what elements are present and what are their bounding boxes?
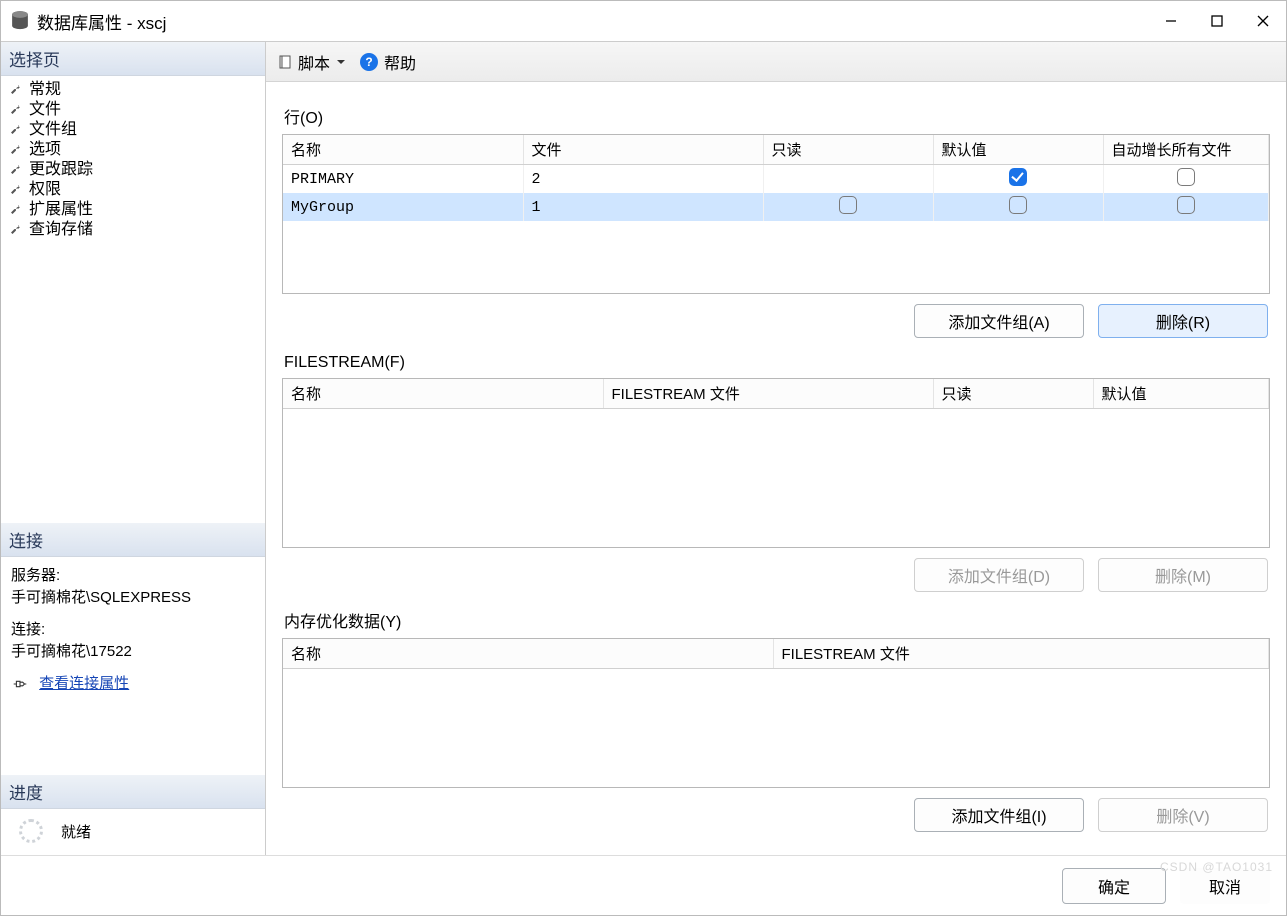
cell-autogrow [1103,193,1269,221]
cell-readonly [763,165,933,194]
sidebar-page-item[interactable]: 权限 [7,180,259,200]
progress-status: 就绪 [61,821,91,842]
help-link[interactable]: 帮助 [384,50,416,74]
col-autogrow[interactable]: 自动增长所有文件 [1103,135,1269,165]
script-icon [278,55,292,69]
mem-col-file[interactable]: FILESTREAM 文件 [773,639,1269,669]
database-icon [11,10,29,32]
connection-header: 连接 [1,523,265,557]
table-row[interactable]: MyGroup1 [283,193,1269,221]
sidebar-item-label: 常规 [29,80,61,100]
pages-list: 常规文件文件组选项更改跟踪权限扩展属性查询存储 [1,76,265,248]
col-files[interactable]: 文件 [523,135,763,165]
dialog-footer: 确定 取消 [1,855,1286,915]
script-dropdown[interactable]: 脚本 [298,50,330,74]
col-default[interactable]: 默认值 [933,135,1103,165]
wrench-icon [9,103,23,117]
progress-header: 进度 [1,775,265,809]
fs-col-name[interactable]: 名称 [283,379,603,409]
filestream-grid[interactable]: 名称 FILESTREAM 文件 只读 默认值 [282,378,1270,548]
view-connection-properties-link[interactable]: 查看连接属性 [39,675,129,692]
sidebar-item-label: 查询存储 [29,220,93,240]
sidebar-page-item[interactable]: 文件组 [7,120,259,140]
server-value: 手可摘棉花\SQLEXPRESS [11,587,255,609]
sidebar-page-item[interactable]: 扩展属性 [7,200,259,220]
cell-readonly [763,193,933,221]
cell-files: 2 [523,165,763,194]
titlebar: 数据库属性 - xscj [1,1,1286,41]
table-row[interactable]: PRIMARY2 [283,165,1269,194]
wrench-icon [9,203,23,217]
wrench-icon [9,223,23,237]
connection-label: 连接: [11,619,255,641]
rows-grid[interactable]: 名称 文件 只读 默认值 自动增长所有文件 PRIMARY2MyGroup1 [282,134,1270,294]
sidebar-page-item[interactable]: 查询存储 [7,220,259,240]
fs-col-file[interactable]: FILESTREAM 文件 [603,379,933,409]
checkbox[interactable] [1009,168,1027,186]
memory-grid[interactable]: 名称 FILESTREAM 文件 [282,638,1270,788]
sidebar-item-label: 文件 [29,100,61,120]
sidebar: 选择页 常规文件文件组选项更改跟踪权限扩展属性查询存储 连接 服务器: 手可摘棉… [1,41,266,855]
progress-spinner-icon [19,819,43,843]
delete-rows-button[interactable]: 删除(R) [1098,304,1268,338]
cancel-button[interactable]: 取消 [1180,868,1270,904]
mem-col-name[interactable]: 名称 [283,639,773,669]
fs-col-default[interactable]: 默认值 [1093,379,1269,409]
server-label: 服务器: [11,565,255,587]
add-filegroup-rows-button[interactable]: 添加文件组(A) [914,304,1084,338]
cell-default [933,165,1103,194]
cell-default [933,193,1103,221]
sidebar-item-label: 扩展属性 [29,200,93,220]
wrench-icon [9,163,23,177]
window-title: 数据库属性 - xscj [37,9,166,34]
help-icon: ? [360,53,378,71]
rows-section-label: 行(O) [284,104,1270,128]
col-name[interactable]: 名称 [283,135,523,165]
delete-mem-button[interactable]: 删除(V) [1098,798,1268,832]
cell-name[interactable]: PRIMARY [283,165,523,194]
sidebar-page-item[interactable]: 文件 [7,100,259,120]
checkbox[interactable] [839,196,857,214]
checkbox[interactable] [1177,168,1195,186]
add-filegroup-fs-button[interactable]: 添加文件组(D) [914,558,1084,592]
sidebar-item-label: 权限 [29,180,61,200]
wrench-icon [9,183,23,197]
cell-autogrow [1103,165,1269,194]
pages-header: 选择页 [1,42,265,76]
fs-col-readonly[interactable]: 只读 [933,379,1093,409]
toolbar: 脚本 ? 帮助 [266,42,1286,82]
add-filegroup-mem-button[interactable]: 添加文件组(I) [914,798,1084,832]
wrench-icon [9,143,23,157]
sidebar-item-label: 更改跟踪 [29,160,93,180]
wrench-icon [9,83,23,97]
wrench-icon [9,123,23,137]
checkbox[interactable] [1177,196,1195,214]
connection-icon [11,677,29,691]
col-readonly[interactable]: 只读 [763,135,933,165]
filestream-section-label: FILESTREAM(F) [284,354,1270,372]
memory-section-label: 内存优化数据(Y) [284,608,1270,632]
maximize-button[interactable] [1194,1,1240,41]
chevron-down-icon[interactable] [336,57,346,67]
minimize-button[interactable] [1148,1,1194,41]
ok-button[interactable]: 确定 [1062,868,1166,904]
sidebar-item-label: 文件组 [29,120,77,140]
sidebar-item-label: 选项 [29,140,61,160]
delete-fs-button[interactable]: 删除(M) [1098,558,1268,592]
sidebar-page-item[interactable]: 选项 [7,140,259,160]
checkbox[interactable] [1009,196,1027,214]
close-button[interactable] [1240,1,1286,41]
cell-name[interactable]: MyGroup [283,193,523,221]
sidebar-page-item[interactable]: 常规 [7,80,259,100]
connection-value: 手可摘棉花\17522 [11,641,255,663]
cell-files: 1 [523,193,763,221]
sidebar-page-item[interactable]: 更改跟踪 [7,160,259,180]
